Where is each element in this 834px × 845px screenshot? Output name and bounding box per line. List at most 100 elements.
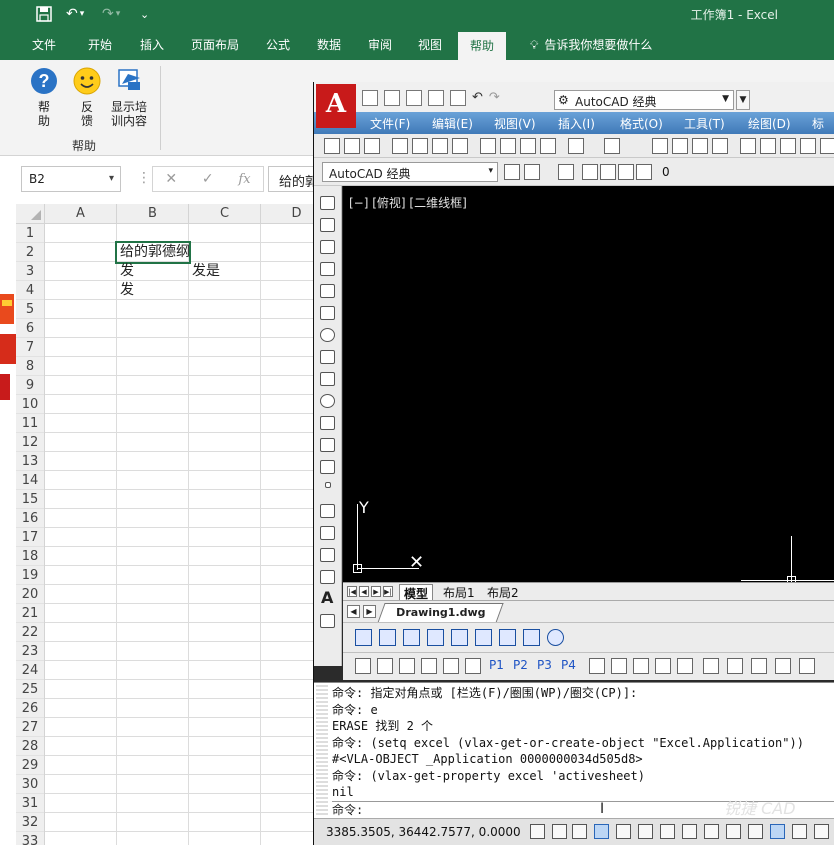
layer-lock-icon[interactable] (618, 164, 634, 180)
tool-icon-4[interactable] (427, 629, 444, 646)
layer-tool-icon-10[interactable] (799, 658, 815, 674)
row-header[interactable]: 24 (16, 661, 44, 680)
magnifier-icon[interactable] (547, 629, 564, 646)
3d-object-snap-icon[interactable] (660, 824, 675, 839)
menu-file[interactable]: 文件(F) (370, 115, 410, 132)
file-next-icon[interactable]: ▶ (363, 605, 376, 618)
dynamic-input-icon[interactable] (726, 824, 741, 839)
workspace-select[interactable]: ⚙ AutoCAD 经典 ▼ (554, 90, 734, 110)
tab-help[interactable]: 帮助 (458, 32, 507, 60)
menu-tools[interactable]: 工具(T) (684, 115, 725, 132)
make-block-icon[interactable] (320, 460, 335, 474)
open-folder-icon[interactable] (377, 658, 393, 674)
last-tab-icon[interactable]: ▶| (383, 586, 393, 597)
workspace-settings-icon[interactable] (504, 164, 520, 180)
row-header[interactable]: 15 (16, 490, 44, 509)
insert-function-icon[interactable]: fx (238, 172, 250, 187)
plot-button-p4[interactable]: P4 (561, 658, 576, 672)
cell-b2[interactable]: 给的郭德纲 (115, 241, 191, 264)
drawing-canvas[interactable]: [−] [俯视] [二维线框] Y ✕ (343, 186, 834, 582)
row-header[interactable]: 20 (16, 585, 44, 604)
table-icon[interactable] (320, 570, 335, 584)
first-tab-icon[interactable]: |◀ (347, 586, 357, 597)
print-icon[interactable] (450, 90, 466, 106)
lock-icon[interactable] (355, 658, 371, 674)
snap-mode-icon[interactable] (552, 824, 567, 839)
row-header[interactable]: 16 (16, 509, 44, 528)
new-icon[interactable] (324, 138, 340, 154)
quick-properties-icon[interactable] (792, 824, 807, 839)
prev-tab-icon[interactable]: ◀ (359, 586, 369, 597)
cell-c3[interactable]: 发是 (189, 262, 220, 281)
layer-tool-icon-8[interactable] (751, 658, 767, 674)
hatch-icon[interactable] (320, 504, 335, 518)
grid-display-icon[interactable] (572, 824, 587, 839)
name-box[interactable]: B2 ▾ (21, 166, 121, 192)
layer-tool-icon-5[interactable] (677, 658, 693, 674)
row-header[interactable]: 26 (16, 699, 44, 718)
cell-b3[interactable]: 发 (117, 262, 134, 281)
row-header[interactable]: 10 (16, 395, 44, 414)
workspace-select-2[interactable]: AutoCAD 经典 ▾ (322, 162, 498, 182)
tab-page-layout[interactable]: 页面布局 (181, 30, 249, 60)
plot-button-p2[interactable]: P2 (513, 658, 528, 672)
object-snap-icon[interactable] (638, 824, 653, 839)
row-header[interactable]: 2 (16, 243, 44, 262)
circle-icon[interactable] (320, 328, 335, 342)
properties-icon[interactable] (740, 138, 756, 154)
layer-tool-icon-7[interactable] (727, 658, 743, 674)
confirm-icon[interactable]: ✓ (202, 171, 214, 187)
menu-edit[interactable]: 编辑(E) (432, 115, 473, 132)
polyline-icon[interactable] (320, 240, 335, 254)
arc-icon[interactable] (320, 306, 335, 320)
insert-block-icon[interactable] (320, 438, 335, 452)
chevron-down-icon[interactable]: ▾ (109, 173, 114, 184)
zoom-window-icon[interactable] (692, 138, 708, 154)
pan-icon[interactable] (652, 138, 668, 154)
line-icon[interactable] (320, 196, 335, 210)
save-icon[interactable] (406, 90, 422, 106)
row-header[interactable]: 31 (16, 794, 44, 813)
tool-icon-2[interactable] (379, 629, 396, 646)
rectangle-icon[interactable] (320, 284, 335, 298)
tab-view[interactable]: 视图 (408, 30, 452, 60)
show-training-button[interactable]: 显示培 训内容 (106, 66, 152, 128)
plot-button-p3[interactable]: P3 (537, 658, 552, 672)
tab-insert[interactable]: 插入 (130, 30, 174, 60)
save-icon[interactable] (36, 4, 52, 24)
row-header[interactable]: 7 (16, 338, 44, 357)
row-header[interactable]: 23 (16, 642, 44, 661)
region-icon[interactable] (320, 548, 335, 562)
lineweight-icon[interactable] (748, 824, 763, 839)
row-header[interactable]: 5 (16, 300, 44, 319)
row-header[interactable]: 12 (16, 433, 44, 452)
tool-icon-5[interactable] (451, 629, 468, 646)
revision-cloud-icon[interactable] (320, 350, 335, 364)
file-prev-icon[interactable]: ◀ (347, 605, 360, 618)
row-header[interactable]: 3 (16, 262, 44, 281)
row-header[interactable]: 19 (16, 566, 44, 585)
tool-icon-7[interactable] (499, 629, 516, 646)
row-header[interactable]: 30 (16, 775, 44, 794)
autocad-logo-icon[interactable]: A (316, 84, 356, 128)
publish-icon[interactable] (432, 138, 448, 154)
save-icon[interactable] (364, 138, 380, 154)
camera-icon[interactable] (399, 658, 415, 674)
row-header[interactable]: 18 (16, 547, 44, 566)
tool-icon-8[interactable] (523, 629, 540, 646)
selection-cycling-icon[interactable] (814, 824, 829, 839)
tab-formulas[interactable]: 公式 (256, 30, 300, 60)
command-window[interactable]: 命令: 指定对角点或 [栏选(F)/圈围(WP)/圈交(CP)]: 命令: e ER… (314, 682, 834, 818)
point-icon[interactable] (325, 482, 331, 488)
copy-icon[interactable] (500, 138, 516, 154)
polygon-icon[interactable] (320, 262, 335, 276)
transparency-icon[interactable] (770, 824, 785, 839)
ortho-mode-icon[interactable] (594, 824, 609, 839)
cut-icon[interactable] (480, 138, 496, 154)
layer-tool-icon-3[interactable] (633, 658, 649, 674)
new-file-icon[interactable] (362, 90, 378, 106)
menu-draw[interactable]: 绘图(D) (748, 115, 791, 132)
3d-dwf-icon[interactable] (452, 138, 468, 154)
row-header[interactable]: 8 (16, 357, 44, 376)
layer-properties-icon[interactable] (558, 164, 574, 180)
